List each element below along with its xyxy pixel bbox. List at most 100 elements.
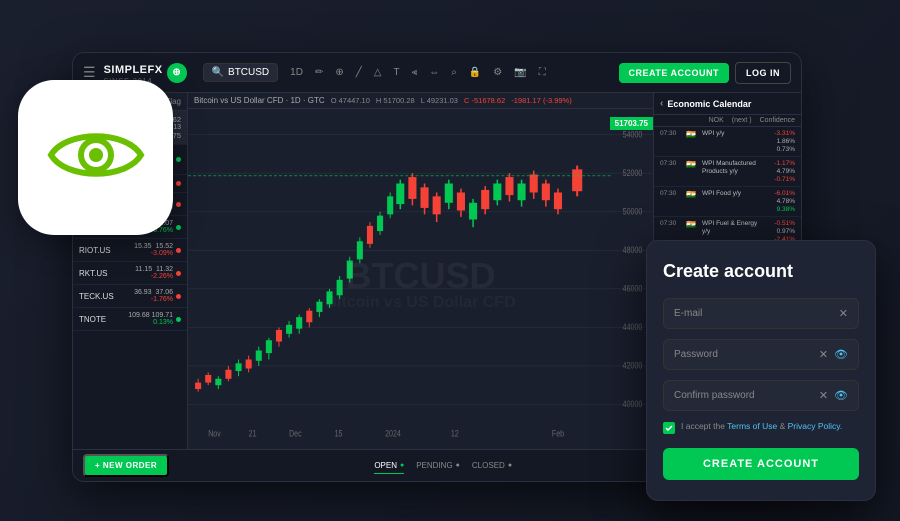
chart-canvas[interactable]: BTCUSD Bitcoin vs US Dollar CFD 51703.75 bbox=[188, 109, 653, 443]
email-field: ✕ bbox=[663, 298, 859, 329]
chart-price-info: O 47447.10 H 51700.28 L 49231.03 C -5167… bbox=[331, 96, 572, 105]
password-input-wrapper: ✕ 👁 bbox=[663, 339, 859, 370]
password-input[interactable] bbox=[674, 349, 813, 360]
tool-pencil[interactable]: ✏ bbox=[311, 65, 327, 80]
eco-event-1: 07:30 🇮🇳 WPI y/y -3.31% 1.86% 0.73% bbox=[654, 127, 801, 157]
eco-currency: NOK bbox=[709, 117, 724, 124]
eco-event-2: 07:30 🇮🇳 WPI Manufactured Products y/y -… bbox=[654, 157, 801, 187]
topbar-login-button[interactable]: LOG IN bbox=[735, 62, 791, 84]
chart-symbol: Bitcoin vs US Dollar CFD · 1D · GTC bbox=[194, 96, 325, 105]
modal-title: Create account bbox=[663, 261, 859, 282]
svg-text:15: 15 bbox=[335, 429, 343, 439]
tool-zoom[interactable]: ⌕ bbox=[447, 65, 461, 80]
teck-dot bbox=[176, 294, 181, 299]
eco-confidence-label: Confidence bbox=[760, 117, 795, 124]
topbar-create-account-button[interactable]: CREATE ACCOUNT bbox=[619, 63, 730, 83]
riot-dot bbox=[176, 248, 181, 253]
email-clear-icon[interactable]: ✕ bbox=[839, 307, 848, 320]
ohlc-close: C -51678.62 bbox=[464, 96, 505, 105]
eco-event-3: 07:30 🇮🇳 WPI Food y/y -6.01% 4.78% 9.38% bbox=[654, 187, 801, 217]
tool-line[interactable]: ╱ bbox=[352, 65, 366, 80]
scene: ☰ SIMPLEFX SINCE 2014 ⊕ 🔍 BTCUSD 1D ✏ ⊕ … bbox=[0, 0, 900, 521]
svg-text:40000: 40000 bbox=[623, 399, 643, 409]
instrument-tnote[interactable]: TNOTE 109.68 109.71 0.13% bbox=[73, 308, 187, 331]
svg-text:42000: 42000 bbox=[623, 361, 643, 371]
eco-sub-header: NOK (next ) Confidence bbox=[654, 115, 801, 127]
timeframe-btn[interactable]: 1D bbox=[286, 65, 307, 80]
search-icon: 🔍 bbox=[212, 67, 224, 78]
terms-checkbox[interactable] bbox=[663, 422, 675, 434]
ohlc-open: O 47447.10 bbox=[331, 96, 370, 105]
bottom-tabs: OPEN ● PENDING ● CLOSED ● bbox=[374, 458, 512, 474]
gilt-dot bbox=[176, 181, 181, 186]
confirm-password-field: ✕ 👁 bbox=[663, 380, 859, 411]
tool-text[interactable]: T bbox=[389, 65, 403, 80]
svg-text:21: 21 bbox=[249, 429, 257, 439]
tab-open[interactable]: OPEN ● bbox=[374, 458, 404, 474]
svg-text:12: 12 bbox=[451, 429, 459, 439]
password-toggle-icon[interactable]: 👁 bbox=[834, 348, 848, 361]
confirm-password-input[interactable] bbox=[674, 390, 813, 401]
topbar-actions: CREATE ACCOUNT LOG IN bbox=[619, 62, 792, 84]
chart-area: Bitcoin vs US Dollar CFD · 1D · GTC O 47… bbox=[188, 93, 653, 449]
topbar: ☰ SIMPLEFX SINCE 2014 ⊕ 🔍 BTCUSD 1D ✏ ⊕ … bbox=[73, 53, 801, 93]
rkt-dot bbox=[176, 271, 181, 276]
password-field: ✕ 👁 bbox=[663, 339, 859, 370]
eco-back-icon[interactable]: ‹ bbox=[660, 98, 663, 109]
tool-settings[interactable]: ⚙ bbox=[489, 65, 506, 80]
svg-text:Feb: Feb bbox=[552, 429, 565, 439]
new-order-button[interactable]: + NEW ORDER bbox=[83, 454, 169, 477]
ohlc-high: H 51700.28 bbox=[376, 96, 415, 105]
privacy-link[interactable]: Privacy Policy. bbox=[788, 421, 843, 431]
tool-lock[interactable]: 🔒 bbox=[465, 65, 485, 80]
eurpln-dot bbox=[176, 157, 181, 162]
eco-title: Economic Calendar bbox=[667, 99, 751, 109]
search-value: BTCUSD bbox=[228, 67, 269, 78]
create-account-modal: Create account ✕ ✕ 👁 ✕ 👁 bbox=[646, 240, 876, 501]
tool-fullscreen[interactable]: ⛶ bbox=[535, 65, 550, 80]
instrument-rkt[interactable]: RKT.US 11.15 11.32 -2.26% bbox=[73, 262, 187, 285]
terms-link[interactable]: Terms of Use bbox=[727, 421, 777, 431]
gme-dot bbox=[176, 202, 181, 207]
password-clear-icon[interactable]: ✕ bbox=[819, 348, 828, 361]
eye-icon bbox=[46, 125, 146, 190]
svg-text:Dec: Dec bbox=[289, 429, 302, 439]
terms-text: I accept the Terms of Use & Privacy Poli… bbox=[681, 421, 842, 433]
confirm-password-input-wrapper: ✕ 👁 bbox=[663, 380, 859, 411]
topbar-tools: 1D ✏ ⊕ ╱ △ T ⫷ ⇔ ⌕ 🔒 ⚙ 📷 ⛶ bbox=[286, 65, 610, 80]
tool-fib[interactable]: ⫷ bbox=[408, 65, 422, 80]
logo-icon: ⊕ bbox=[167, 63, 187, 83]
eco-header: ‹ Economic Calendar bbox=[654, 93, 801, 115]
svg-text:46000: 46000 bbox=[623, 284, 643, 294]
instrument-teck[interactable]: TECK.US 36.93 37.06 -1.76% bbox=[73, 285, 187, 308]
svg-text:Nov: Nov bbox=[208, 429, 221, 439]
instrument-riot[interactable]: RIOT.US 15.35 15.52 -3.09% bbox=[73, 239, 187, 262]
search-box[interactable]: 🔍 BTCUSD bbox=[203, 63, 279, 82]
email-input[interactable] bbox=[674, 308, 833, 319]
confirm-password-clear-icon[interactable]: ✕ bbox=[819, 389, 828, 402]
candlestick-chart: 54000 52000 50000 48000 46000 44000 4200… bbox=[188, 109, 653, 443]
svg-text:48000: 48000 bbox=[623, 245, 643, 255]
logo-text: SIMPLEFX bbox=[104, 64, 163, 76]
svg-text:44000: 44000 bbox=[623, 322, 643, 332]
svg-text:52000: 52000 bbox=[623, 168, 643, 178]
svg-text:2024: 2024 bbox=[385, 429, 401, 439]
eco-next-label: (next ) bbox=[732, 117, 752, 124]
email-input-wrapper: ✕ bbox=[663, 298, 859, 329]
tab-closed[interactable]: CLOSED ● bbox=[472, 458, 512, 474]
tool-shapes[interactable]: △ bbox=[370, 65, 386, 80]
ohlc-low: L 49231.03 bbox=[421, 96, 458, 105]
create-account-button[interactable]: CREATE ACCOUNT bbox=[663, 448, 859, 480]
hamburger-icon[interactable]: ☰ bbox=[83, 64, 96, 81]
price-change: -1981.17 (-3.99%) bbox=[511, 96, 571, 105]
tool-crosshair[interactable]: ⊕ bbox=[331, 65, 347, 80]
tnote-dot bbox=[176, 317, 181, 322]
chart-top-bar: Bitcoin vs US Dollar CFD · 1D · GTC O 47… bbox=[188, 93, 653, 109]
tool-measure[interactable]: ⇔ bbox=[425, 65, 443, 80]
svg-text:50000: 50000 bbox=[623, 207, 643, 217]
app-icon bbox=[18, 80, 173, 235]
confirm-password-toggle-icon[interactable]: 👁 bbox=[834, 389, 848, 402]
tool-screenshot[interactable]: 📷 bbox=[510, 65, 530, 80]
tab-pending[interactable]: PENDING ● bbox=[416, 458, 460, 474]
lly-dot bbox=[176, 225, 181, 230]
